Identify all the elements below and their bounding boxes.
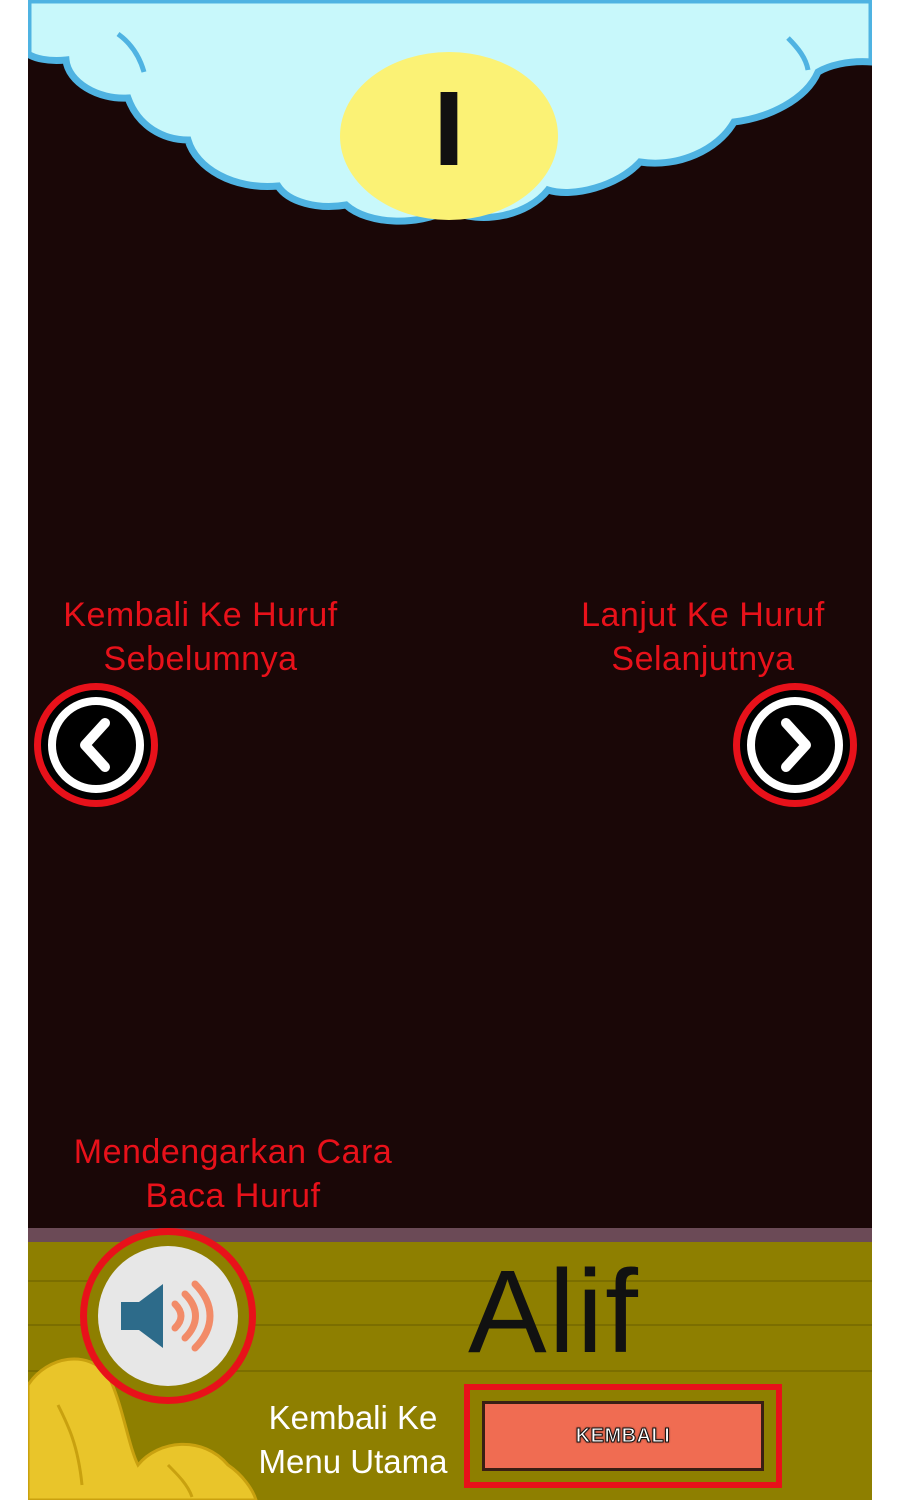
- previous-letter-button[interactable]: [34, 683, 158, 807]
- hint-play-sound: Mendengarkan Cara Baca Huruf: [73, 1133, 393, 1215]
- next-button-face: [747, 697, 843, 793]
- back-button-highlight: KEMBALI: [464, 1384, 782, 1488]
- chevron-left-icon: [80, 718, 110, 772]
- lesson-screen: ا Kembali Ke Huruf Sebelumnya Lanjut Ke …: [28, 0, 872, 1500]
- sound-button-face: [98, 1246, 238, 1386]
- back-button-label: KEMBALI: [575, 1424, 671, 1447]
- previous-button-face: [48, 697, 144, 793]
- letter-name: Alif: [468, 1246, 640, 1378]
- letter-badge: ا: [340, 52, 558, 220]
- hint-next-letter: Lanjut Ke Huruf Selanjutnya: [581, 596, 825, 678]
- next-letter-button[interactable]: [733, 683, 857, 807]
- back-to-menu-button[interactable]: KEMBALI: [482, 1401, 764, 1471]
- arabic-letter: ا: [432, 76, 466, 188]
- speaker-icon: [121, 1280, 214, 1352]
- hint-back-to-menu: Kembali Ke Menu Utama: [258, 1399, 448, 1480]
- chevron-right-icon: [781, 718, 811, 772]
- hint-previous-letter: Kembali Ke Huruf Sebelumnya: [63, 596, 338, 678]
- play-sound-button[interactable]: [80, 1228, 256, 1404]
